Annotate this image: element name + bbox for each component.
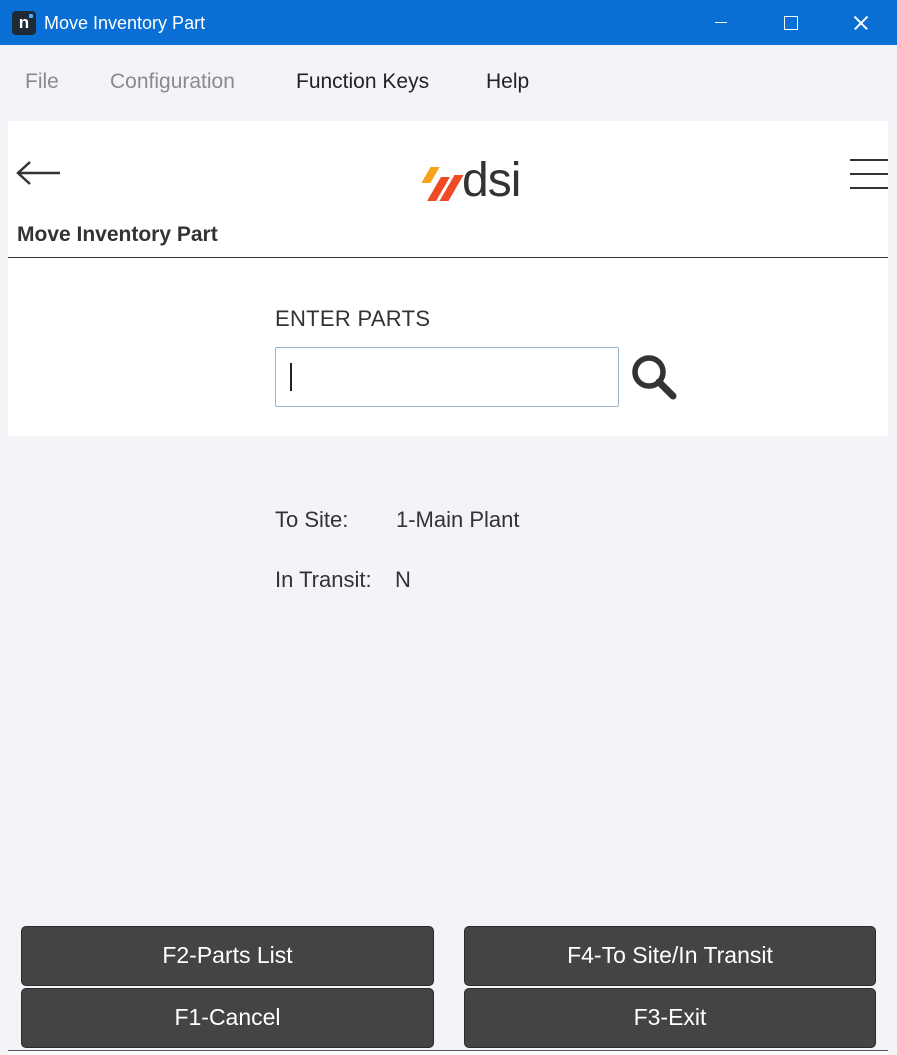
f1-cancel-button[interactable]: F1-Cancel xyxy=(21,988,434,1048)
minimize-button[interactable] xyxy=(685,0,755,45)
in-transit-label: In Transit: xyxy=(275,567,372,592)
window-title: Move Inventory Part xyxy=(44,13,206,33)
f3-exit-button[interactable]: F3-Exit xyxy=(464,988,876,1048)
text-caret xyxy=(290,363,292,391)
app-icon: n xyxy=(12,11,36,35)
to-site-label: To Site: xyxy=(275,507,349,532)
hamburger-menu-icon[interactable] xyxy=(850,157,888,191)
f2-parts-list-button[interactable]: F2-Parts List xyxy=(21,926,434,986)
menu-help[interactable]: Help xyxy=(486,69,529,95)
maximize-button[interactable] xyxy=(755,0,825,45)
menu-file[interactable]: File xyxy=(25,69,59,95)
menu-configuration[interactable]: Configuration xyxy=(110,69,235,95)
bottom-edge xyxy=(8,1050,888,1055)
entry-panel: ENTER PARTS xyxy=(8,258,888,436)
to-site-value: 1-Main Plant xyxy=(396,507,520,532)
page-title: Move Inventory Part xyxy=(17,223,218,246)
in-transit-value: N xyxy=(395,567,411,592)
enter-parts-label: ENTER PARTS xyxy=(275,306,431,331)
menu-bar: File Configuration Function Keys Help xyxy=(0,45,897,121)
app-header: dsi Move Inventory Part xyxy=(8,121,888,258)
f4-to-site-button[interactable]: F4-To Site/In Transit xyxy=(464,926,876,986)
logo-text: dsi xyxy=(462,154,521,207)
dsi-logo: dsi xyxy=(412,154,542,209)
search-icon[interactable] xyxy=(628,352,680,404)
title-bar: n Move Inventory Part xyxy=(0,0,897,45)
logo-slash-top xyxy=(421,167,440,183)
menu-function-keys[interactable]: Function Keys xyxy=(296,69,429,95)
back-arrow-icon[interactable] xyxy=(16,159,62,187)
enter-parts-input[interactable] xyxy=(275,347,619,407)
close-button[interactable] xyxy=(826,0,896,45)
